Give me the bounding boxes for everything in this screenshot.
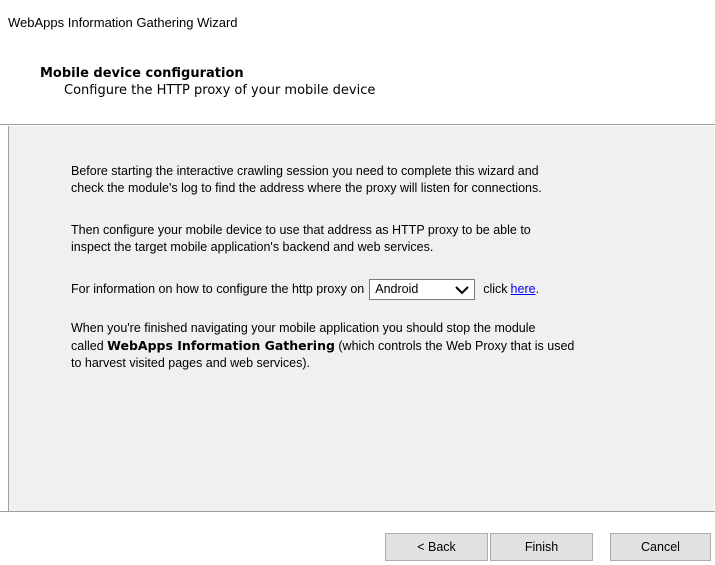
window-title: WebApps Information Gathering Wizard	[8, 15, 238, 30]
platform-select[interactable]: Android	[369, 279, 476, 300]
finish-line-2: called WebApps Information Gathering (wh…	[71, 337, 711, 355]
intro-paragraph: Before starting the interactive crawling…	[71, 163, 711, 197]
module-name: WebApps Information Gathering	[107, 338, 335, 353]
wizard-content: Before starting the interactive crawling…	[8, 126, 714, 511]
cancel-button[interactable]: Cancel	[610, 533, 711, 561]
page-subtitle: Configure the HTTP proxy of your mobile …	[64, 83, 376, 98]
wizard-window: WebApps Information Gathering Wizard Mob…	[0, 0, 715, 565]
page-title: Mobile device configuration	[40, 66, 244, 81]
here-link[interactable]: here	[511, 281, 536, 298]
finish-line-2-suffix: (which controls the Web Proxy that is us…	[334, 339, 575, 353]
finish-line-3: to harvest visited pages and web service…	[71, 356, 311, 370]
period-text: .	[535, 282, 540, 296]
intro-line-2: check the module's log to find the addre…	[71, 181, 542, 195]
finish-line-2-prefix: called	[71, 339, 108, 353]
finish-line-1: When you're finished navigating your mob…	[71, 321, 536, 335]
platform-select-value: Android	[375, 282, 419, 296]
title-bar: WebApps Information Gathering Wizard	[0, 0, 715, 52]
back-button[interactable]: < Back	[385, 533, 488, 561]
proxy-info-row: For information on how to configure the …	[71, 279, 711, 300]
proxy-info-text: For information on how to configure the …	[71, 282, 365, 296]
finish-button[interactable]: Finish	[490, 533, 593, 561]
configure-line-1: Then configure your mobile device to use…	[71, 223, 531, 237]
finish-paragraph: When you're finished navigating your mob…	[71, 320, 711, 372]
intro-line-1: Before starting the interactive crawling…	[71, 164, 539, 178]
wizard-header: Mobile device configuration Configure th…	[0, 52, 715, 125]
wizard-footer: < Back Finish Cancel	[0, 511, 715, 565]
chevron-down-icon	[455, 285, 469, 294]
configure-paragraph: Then configure your mobile device to use…	[71, 222, 711, 256]
configure-line-2: inspect the target mobile application's …	[71, 240, 434, 254]
click-text: click	[483, 282, 508, 296]
